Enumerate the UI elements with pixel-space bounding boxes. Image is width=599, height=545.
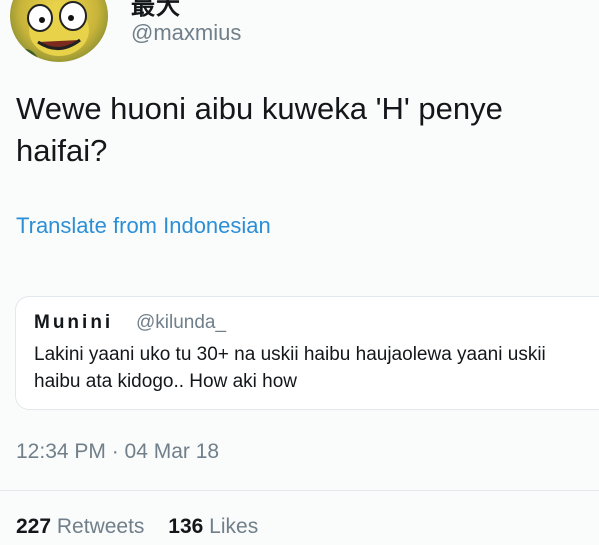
author-handle[interactable]: @maxmius — [131, 20, 241, 46]
quoted-tweet-card[interactable]: Munini @kilunda_ Lakini yaani uko tu 30+… — [15, 296, 599, 410]
author-display-name[interactable]: 最大 — [131, 0, 181, 21]
tweet-detail: 最大 @maxmius Wewe huoni aibu kuweka 'H' p… — [0, 0, 599, 545]
likes-label: Likes — [209, 515, 259, 538]
cartoon-avatar-icon — [10, 1, 89, 62]
quoted-tweet-text: Lakini yaani uko tu 30+ na uskii haibu h… — [34, 344, 546, 392]
engagement-stats: 227 Retweets 136 Likes — [16, 515, 258, 539]
likes-count: 136 — [168, 515, 204, 538]
translate-link[interactable]: Translate from Indonesian — [16, 213, 271, 239]
quoted-tweet-handle: @kilunda_ — [136, 312, 227, 333]
quoted-tweet-display-name: Munini — [34, 312, 114, 333]
retweets-count: 227 — [16, 515, 52, 538]
avatar[interactable] — [10, 0, 108, 62]
retweets-label: Retweets — [56, 515, 145, 538]
divider — [0, 490, 599, 491]
tweet-text: Wewe huoni aibu kuweka 'H' penye haifai? — [16, 91, 503, 168]
retweets-stat[interactable]: 227 Retweets — [16, 515, 150, 538]
tweet-timestamp: 12:34 PM · 04 Mar 18 — [16, 440, 220, 463]
likes-stat[interactable]: 136 Likes — [168, 515, 258, 538]
